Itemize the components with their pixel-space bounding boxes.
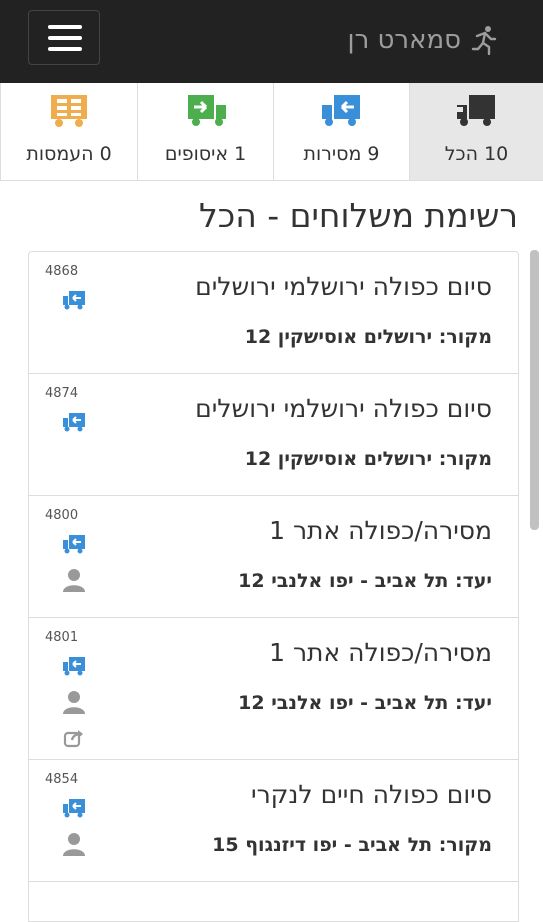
brand-name: סמארט רן — [347, 25, 461, 55]
list-item[interactable]: 4868 סיום כפולה ירושלמי ירושלים מקור: יר… — [28, 251, 519, 374]
tab-deliveries-label: 9 מסירות — [303, 143, 380, 165]
shipment-id: 4868 — [45, 264, 79, 279]
shipment-id: 4874 — [45, 386, 79, 401]
list-item[interactable]: 4854 סיום כפולה חיים לנקרי מקור: תל אביב… — [28, 760, 519, 882]
tab-loadings-label: 0 העמסות — [26, 143, 112, 165]
hamburger-icon-bar — [48, 36, 82, 40]
pickup-truck-icon — [187, 95, 226, 126]
scrollbar[interactable] — [530, 250, 539, 530]
list-item[interactable]: 4874 סיום כפולה ירושלמי ירושלים מקור: יר… — [28, 374, 519, 496]
menu-toggle-button[interactable] — [28, 10, 100, 65]
delivery-truck-icon — [63, 799, 85, 818]
delivery-truck-icon — [63, 657, 85, 676]
shipment-address: מקור: תל אביב - יפו דיזנגוף 15 — [212, 834, 492, 856]
delivery-truck-icon — [63, 413, 85, 432]
hamburger-icon-bar — [48, 47, 82, 51]
truck-icon — [456, 95, 495, 126]
shipment-id: 4854 — [45, 772, 79, 787]
tab-pickups-label: 1 איסופים — [164, 143, 247, 165]
page-title: רשימת משלוחים - הכל — [198, 196, 518, 235]
shipment-title: סיום כפולה חיים לנקרי — [250, 780, 492, 809]
person-icon — [63, 569, 85, 592]
shipment-address: מקור: ירושלים אוסישקין 12 — [244, 448, 492, 470]
list-item[interactable] — [28, 882, 519, 922]
delivery-truck-icon — [63, 291, 85, 310]
tab-pickups[interactable]: 1 איסופים — [137, 83, 273, 180]
person-icon — [63, 691, 85, 714]
shipment-title: סיום כפולה ירושלמי ירושלים — [195, 272, 492, 301]
shipment-title: סיום כפולה ירושלמי ירושלים — [195, 394, 492, 423]
delivery-truck-icon — [321, 95, 360, 126]
person-icon — [63, 833, 85, 856]
shipment-address: יעד: תל אביב - יפו אלנבי 12 — [238, 570, 492, 592]
shipment-address: יעד: תל אביב - יפו אלנבי 12 — [238, 692, 492, 714]
delivery-truck-icon — [63, 535, 85, 554]
shipment-filter-tabs: 10 הכל 9 מסירות 1 איסופים 0 העמסות — [0, 83, 543, 181]
tab-all[interactable]: 10 הכל — [409, 83, 543, 180]
tab-all-label: 10 הכל — [444, 143, 509, 165]
hamburger-icon — [48, 25, 82, 29]
top-navbar: סמארט רן — [0, 0, 543, 83]
runner-icon — [471, 26, 497, 55]
loading-icon — [51, 95, 87, 127]
brand-link[interactable]: סמארט רן — [348, 22, 497, 58]
shipment-id: 4801 — [45, 630, 79, 645]
list-item[interactable]: 4800 מסירה/כפולה אתר 1 יעד: תל אביב - יפ… — [28, 496, 519, 618]
tab-loadings[interactable]: 0 העמסות — [0, 83, 137, 180]
shipment-title: מסירה/כפולה אתר 1 — [269, 516, 492, 545]
shipment-list: 4868 סיום כפולה ירושלמי ירושלים מקור: יר… — [28, 251, 519, 922]
share-icon[interactable] — [63, 728, 85, 748]
shipment-address: מקור: ירושלים אוסישקין 12 — [244, 326, 492, 348]
shipment-title: מסירה/כפולה אתר 1 — [269, 638, 492, 667]
list-item[interactable]: 4801 מסירה/כפולה אתר 1 יעד: תל אביב - יפ… — [28, 618, 519, 760]
shipment-id: 4800 — [45, 508, 79, 523]
tab-deliveries[interactable]: 9 מסירות — [273, 83, 409, 180]
